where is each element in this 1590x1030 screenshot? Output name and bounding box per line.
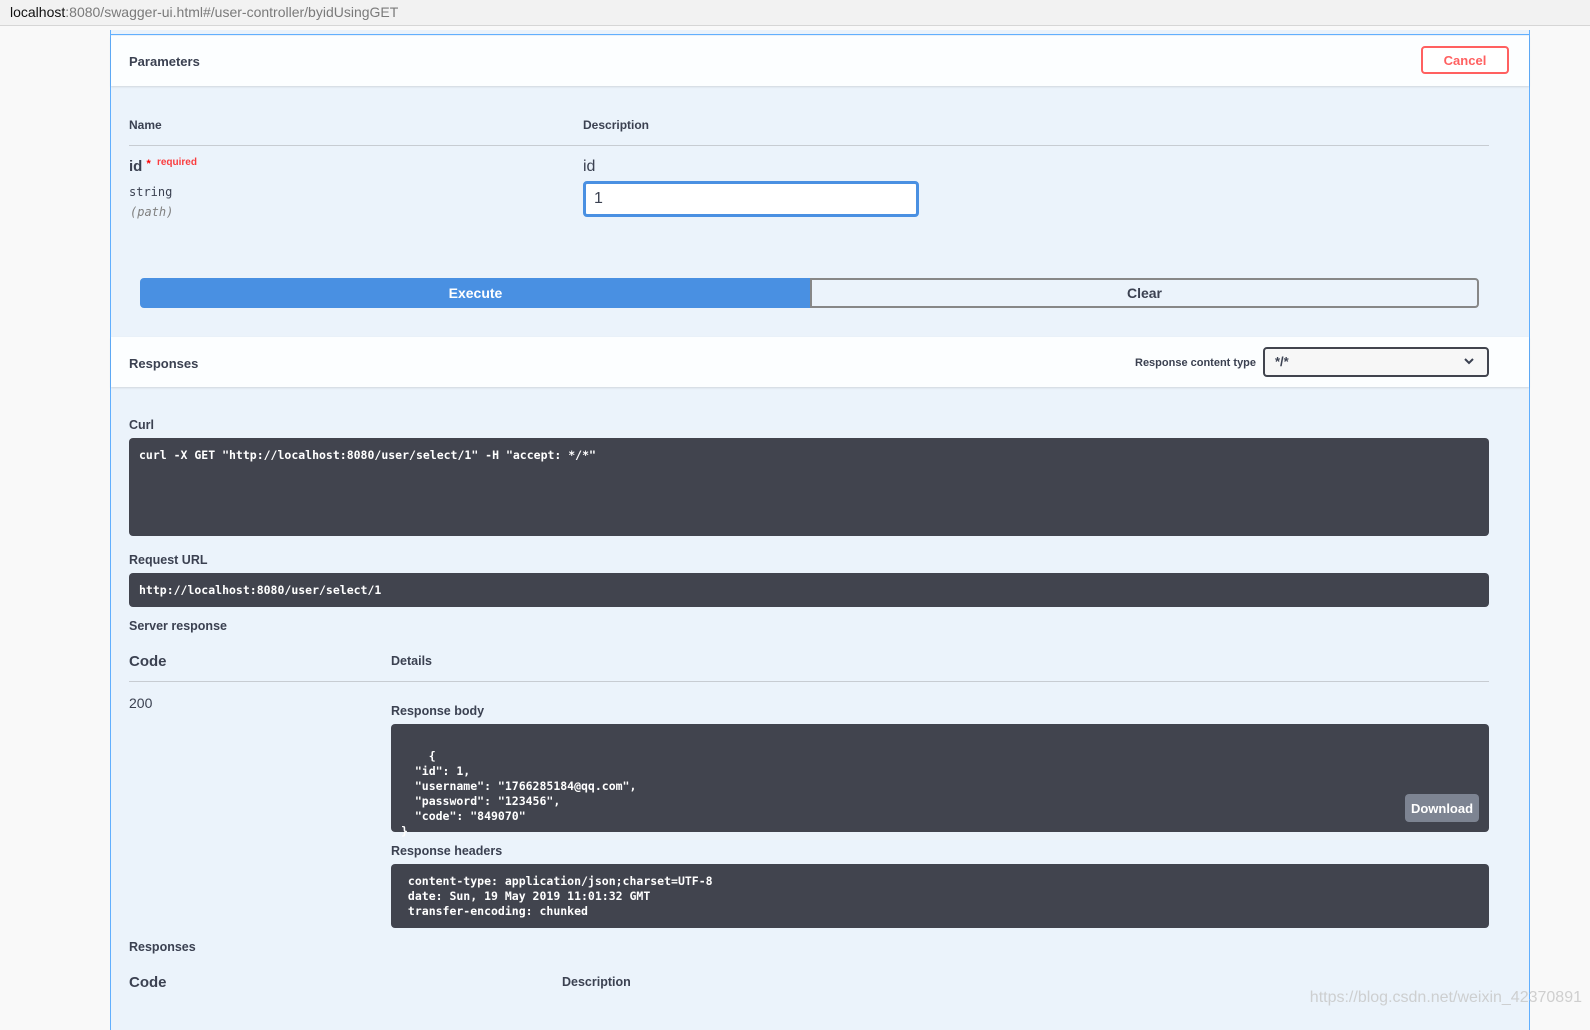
responses-col-code: Code: [129, 974, 167, 991]
address-host: localhost: [10, 4, 66, 20]
responses-header: Responses Response content type */*: [111, 337, 1529, 387]
response-headers-label: Response headers: [391, 844, 503, 858]
clear-button[interactable]: Clear: [810, 278, 1479, 308]
content-type-label: Response content type: [1135, 357, 1257, 369]
param-name-text: id: [129, 158, 143, 175]
watermark: https://blog.csdn.net/weixin_42370891: [1309, 989, 1582, 1006]
response-body-label: Response body: [391, 704, 485, 718]
param-description: id: [583, 158, 596, 175]
request-url-value: http://localhost:8080/user/select/1: [129, 573, 1489, 607]
server-col-details: Details: [391, 654, 432, 668]
download-button[interactable]: Download: [1405, 794, 1479, 822]
parameters-title: Parameters: [129, 54, 200, 69]
responses-col-description: Description: [562, 975, 631, 989]
responses-list-title: Responses: [129, 940, 196, 954]
response-code: 200: [129, 695, 153, 711]
param-header-divider: [129, 145, 1489, 146]
param-col-description: Description: [583, 118, 650, 132]
server-header-divider: [129, 681, 1489, 682]
param-col-name: Name: [129, 118, 162, 132]
required-label: required: [156, 157, 197, 168]
response-body: { "id": 1, "username": "1766285184@qq.co…: [391, 724, 1489, 838]
cancel-button[interactable]: Cancel: [1421, 46, 1509, 74]
server-response-label: Server response: [129, 619, 227, 633]
param-location: (path): [130, 205, 174, 219]
curl-label: Curl: [129, 418, 154, 432]
param-name: id * required: [129, 157, 197, 175]
responses-title: Responses: [129, 356, 199, 371]
parameters-header: Parameters Cancel: [111, 36, 1529, 86]
opblock-top-border: [111, 34, 1529, 35]
address-path: :8080/swagger-ui.html#/user-controller/b…: [65, 4, 399, 20]
response-headers: content-type: application/json;charset=U…: [391, 864, 1489, 928]
param-type: string: [129, 185, 173, 199]
request-url-label: Request URL: [129, 553, 208, 567]
response-body-text: { "id": 1, "username": "1766285184@qq.co…: [401, 749, 637, 838]
content-type-select[interactable]: */*: [1263, 347, 1489, 377]
required-star: *: [146, 158, 151, 170]
execute-button[interactable]: Execute: [140, 278, 811, 308]
address-bar[interactable]: localhost:8080/swagger-ui.html#/user-con…: [0, 0, 1590, 26]
id-input[interactable]: [583, 181, 919, 217]
curl-command: curl -X GET "http://localhost:8080/user/…: [129, 438, 1489, 536]
operation-block: Parameters Cancel Name Description id * …: [110, 30, 1530, 1030]
server-col-code: Code: [129, 653, 167, 670]
chevron-down-icon: [1463, 355, 1475, 370]
content-type-value: */*: [1275, 354, 1289, 369]
